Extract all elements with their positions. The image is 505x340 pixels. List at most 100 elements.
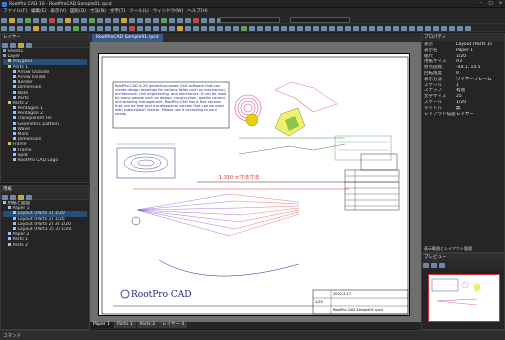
preview-graphics (431, 278, 481, 306)
title-bar: RootPro CAD 10 - RootProCAD Sample01.rpc… (0, 0, 505, 8)
document-tab-bar: RootProCAD Sample01.rpcd (90, 33, 421, 42)
sheet-icon (8, 206, 11, 210)
sheet-icon (13, 226, 16, 230)
properties-panel: プロパティ 表示 Layout (Parts 1) 表示名 Paper 1 縮尺 1/20… (421, 33, 505, 253)
menu-item[interactable]: ツール(L) (129, 9, 149, 14)
status-command-label: コマンド (3, 334, 21, 339)
sheet-tab-bar: Paper 1 Parts 1 Parts 2 レイヤー 4 (90, 322, 421, 329)
layer-icon (13, 85, 16, 89)
menu-item[interactable]: ファイル(F) (3, 9, 27, 14)
properties-section-label: 表示範囲とレイアウト管理 (424, 246, 472, 251)
minimize-icon[interactable]: – (476, 0, 485, 8)
layer-icon (13, 152, 16, 156)
style-select[interactable] (290, 17, 350, 23)
property-value: ワイヤーフレーム (456, 76, 492, 82)
layer-icon (13, 116, 16, 120)
layer-panel-toolbar (1, 41, 89, 48)
drawing-note-text: RootPro CAD is 2D general-purpose CAD so… (115, 84, 227, 116)
property-value: 1/20 (456, 99, 467, 105)
dimension-label: 1,310 ±寸法寸法 (219, 175, 260, 181)
property-value: レイヤー (456, 111, 474, 117)
property-value: 有効 (456, 88, 465, 94)
menu-item[interactable]: 編集(E) (31, 9, 46, 14)
property-key: レイアウト描画 (424, 111, 456, 117)
layer-icon (8, 59, 11, 63)
layer-icon (13, 111, 16, 115)
sheet-panel-title: 用紙 (1, 186, 89, 193)
property-value: -44.1, 14.5 (456, 65, 481, 71)
layer-icon (13, 106, 16, 110)
layer-tree-item[interactable]: RootPro CAD Logo (3, 157, 87, 163)
sheet-tree-item[interactable]: Parts 2 (3, 242, 87, 248)
toolbar-main (0, 16, 505, 24)
property-value: 25 (456, 94, 462, 100)
layer-panel-title: レイヤー (1, 34, 89, 41)
sheet-icon (13, 211, 16, 215)
property-value: 0 (456, 70, 459, 76)
layer-icon (8, 64, 11, 68)
menu-item[interactable]: ウィンドウ(W) (153, 9, 183, 14)
sheet-tab[interactable]: レイヤー 4 (159, 322, 188, 328)
layer-icon (13, 74, 16, 78)
layer-tree: Sheet1 Layer Polygon1 Parts 1 Arrow Outside A… (1, 48, 89, 164)
sheet-icon (13, 221, 16, 225)
toolbar-draw (0, 24, 505, 32)
property-row[interactable]: レイアウト描画レイヤー (424, 112, 502, 118)
layer-icon (3, 54, 6, 58)
layer-icon (13, 147, 16, 151)
layer-panel: レイヤー Sheet1 Layer Polygon1 Parts 1 Arrow Out… (0, 33, 90, 183)
layer-icon (13, 157, 16, 161)
layer-icon (3, 49, 6, 52)
menu-item[interactable]: 文字(T) (110, 9, 125, 14)
layer-icon (13, 69, 16, 73)
preview-panel-title: プレビュー (422, 254, 504, 261)
properties-table: 表示 Layout (Parts 1) 表示名 Paper 1 縮尺 1/20 用紙サイズ A… (422, 41, 504, 118)
layer-icon (13, 90, 16, 94)
window-title: RootPro CAD 10 - RootProCAD Sample01.rpc… (9, 1, 112, 7)
property-value: A3 (456, 59, 462, 65)
drawing-sheet: RootPro CAD is 2D general-purpose CAD so… (98, 53, 410, 316)
app-icon (2, 1, 7, 7)
sheet-icon (8, 237, 11, 241)
property-value: Paper 1 (456, 47, 474, 53)
status-bar: コマンド (0, 330, 505, 340)
document-tab[interactable]: RootProCAD Sample01.rpcd (92, 34, 163, 42)
layer-icon (13, 95, 16, 99)
close-icon[interactable]: × (496, 0, 505, 8)
app-window: RootPro CAD 10 - RootProCAD Sample01.rpc… (0, 0, 505, 340)
menu-bar: ファイル(F) 編集(E) 表示(V) 図形(D) 寸法(N) 文字(T) ツール(L) ウィ… (0, 8, 505, 16)
maximize-icon[interactable]: □ (486, 0, 495, 8)
title-block-name: RootPro CAD Sample01.rpcd (333, 308, 383, 312)
layer-icon (13, 137, 16, 141)
property-value: 1 (456, 82, 459, 88)
sheet-tab[interactable]: Paper 1 (90, 322, 114, 328)
layer-icon (13, 121, 16, 125)
sheet-tab[interactable]: Parts 1 (114, 322, 136, 328)
title-block-scale: 1/20 (315, 300, 323, 304)
property-value: 1/20 (456, 53, 467, 59)
property-value: Layout (Parts 1) (456, 42, 492, 47)
layer-tree-label: RootPro CAD Logo (17, 157, 59, 163)
layer-icon (8, 142, 11, 146)
layer-icon (13, 80, 16, 84)
layer-icon (8, 100, 11, 104)
sheet-tab[interactable]: Parts 2 (136, 322, 159, 328)
sheet-icon (3, 201, 6, 204)
sheet-icon (8, 232, 11, 236)
layer-icon (13, 132, 16, 135)
layer-select[interactable] (220, 17, 280, 23)
sheet-icon (13, 216, 16, 220)
sheet-icon (8, 242, 11, 246)
menu-item[interactable]: 寸法(N) (90, 9, 106, 14)
sheet-tree: 用紙と図面 Paper 1 Layout (Parts 1) 1/20 Layout … (1, 200, 89, 249)
sheet-tree-label: Parts 2 (12, 242, 29, 248)
preview-panel: プレビュー (421, 253, 505, 330)
menu-item[interactable]: 図形(D) (70, 9, 86, 14)
sheet-panel: 用紙 用紙と図面 Paper 1 Layout (Parts 1) 1/20 Layo… (0, 185, 90, 330)
sheet-panel-toolbar (1, 193, 89, 200)
layer-icon (13, 126, 16, 130)
menu-item[interactable]: 表示(V) (50, 9, 66, 14)
preview-thumbnail[interactable] (428, 274, 500, 322)
properties-panel-title: プロパティ (422, 34, 504, 41)
menu-item[interactable]: ヘルプ(H) (187, 9, 207, 14)
